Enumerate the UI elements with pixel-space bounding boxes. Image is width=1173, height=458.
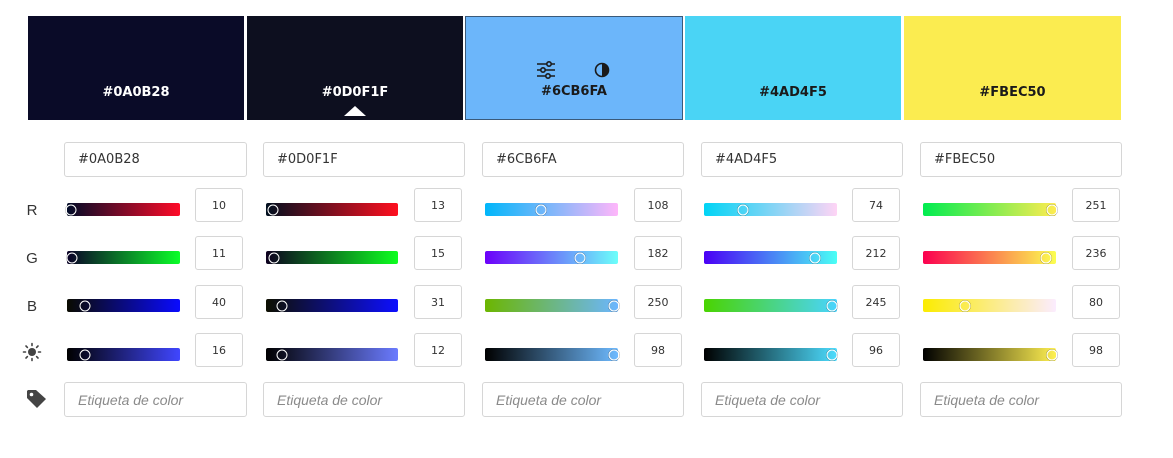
slider-thumb[interactable] xyxy=(959,300,971,311)
g-value-input-3[interactable]: 182 xyxy=(634,236,682,270)
swatch-hex-label: #0D0F1F xyxy=(321,85,389,100)
g-value-input-4[interactable]: 212 xyxy=(852,236,900,270)
r-value-input-1[interactable]: 10 xyxy=(195,188,243,222)
hex-input-5[interactable]: #FBEC50 xyxy=(920,142,1122,177)
color-swatch-3[interactable]: #6CB6FA xyxy=(465,16,683,120)
g-value-input-1[interactable]: 11 xyxy=(195,236,243,270)
brightness-slider-5[interactable] xyxy=(923,348,1058,361)
slider-thumb[interactable] xyxy=(79,300,91,311)
swatch-hex-label: #0A0B28 xyxy=(102,85,170,100)
brightness-value-input-1[interactable]: 16 xyxy=(195,333,243,367)
swatch-hex-label: #4AD4F5 xyxy=(759,85,827,100)
slider-thumb[interactable] xyxy=(574,252,586,263)
slider-thumb[interactable] xyxy=(608,349,620,360)
b-slider-4[interactable] xyxy=(704,299,838,312)
brightness-value-input-4[interactable]: 96 xyxy=(852,333,900,367)
color-swatch-1[interactable]: #0A0B28 xyxy=(28,16,244,120)
slider-thumb[interactable] xyxy=(268,252,280,263)
b-slider-5[interactable] xyxy=(923,299,1056,312)
g-slider-2[interactable] xyxy=(266,251,398,264)
row-label-b: B xyxy=(26,298,37,315)
brightness-slider-2[interactable] xyxy=(266,348,398,361)
slider-thumb[interactable] xyxy=(809,252,821,263)
g-value-input-5[interactable]: 236 xyxy=(1072,236,1120,270)
hex-input-4[interactable]: #4AD4F5 xyxy=(701,142,903,177)
slider-thumb[interactable] xyxy=(276,300,288,311)
r-value-input-4[interactable]: 74 xyxy=(852,188,900,222)
b-value-input-2[interactable]: 31 xyxy=(414,285,462,319)
color-label-input-5[interactable]: Etiqueta de color xyxy=(920,382,1122,417)
r-slider-1[interactable] xyxy=(65,203,180,216)
hex-input-3[interactable]: #6CB6FA xyxy=(482,142,684,177)
b-slider-1[interactable] xyxy=(67,299,180,312)
swatch-hex-label: #FBEC50 xyxy=(979,85,1046,100)
r-slider-4[interactable] xyxy=(704,203,837,216)
slider-thumb[interactable] xyxy=(66,252,78,263)
slider-thumb[interactable] xyxy=(826,300,838,311)
brightness-value-input-3[interactable]: 98 xyxy=(634,333,682,367)
brightness-value-input-2[interactable]: 12 xyxy=(414,333,462,367)
b-value-input-3[interactable]: 250 xyxy=(634,285,682,319)
slider-thumb[interactable] xyxy=(535,204,547,215)
row-label-g: G xyxy=(26,250,38,267)
brightness-slider-3[interactable] xyxy=(485,348,620,361)
hex-input-1[interactable]: #0A0B28 xyxy=(64,142,247,177)
slider-thumb[interactable] xyxy=(65,204,77,215)
color-swatch-2[interactable]: #0D0F1F xyxy=(247,16,463,120)
g-slider-5[interactable] xyxy=(923,251,1056,264)
sun-icon xyxy=(22,342,42,362)
b-value-input-1[interactable]: 40 xyxy=(195,285,243,319)
slider-thumb[interactable] xyxy=(737,204,749,215)
g-slider-1[interactable] xyxy=(66,251,180,264)
g-value-input-2[interactable]: 15 xyxy=(414,236,462,270)
g-slider-4[interactable] xyxy=(704,251,837,264)
r-value-input-2[interactable]: 13 xyxy=(414,188,462,222)
sliders-icon[interactable] xyxy=(535,59,557,81)
b-slider-2[interactable] xyxy=(266,299,398,312)
row-label-r: R xyxy=(26,202,38,219)
b-value-input-4[interactable]: 245 xyxy=(852,285,900,319)
b-slider-3[interactable] xyxy=(485,299,620,312)
swatch-hex-label: #6CB6FA xyxy=(541,84,607,99)
slider-thumb[interactable] xyxy=(608,300,620,311)
r-value-input-3[interactable]: 108 xyxy=(634,188,682,222)
brightness-value-input-5[interactable]: 98 xyxy=(1072,333,1120,367)
color-swatch-5[interactable]: #FBEC50 xyxy=(904,16,1121,120)
slider-thumb[interactable] xyxy=(79,349,91,360)
slider-thumb[interactable] xyxy=(826,349,838,360)
color-label-input-2[interactable]: Etiqueta de color xyxy=(263,382,465,417)
r-slider-2[interactable] xyxy=(266,203,398,216)
tag-icon xyxy=(26,389,48,409)
selected-caret-icon xyxy=(344,106,366,116)
b-value-input-5[interactable]: 80 xyxy=(1072,285,1120,319)
r-slider-5[interactable] xyxy=(923,203,1058,216)
g-slider-3[interactable] xyxy=(485,251,618,264)
r-slider-3[interactable] xyxy=(485,203,618,216)
color-label-input-4[interactable]: Etiqueta de color xyxy=(701,382,903,417)
slider-thumb[interactable] xyxy=(1046,204,1058,215)
slider-thumb[interactable] xyxy=(276,349,288,360)
color-label-input-3[interactable]: Etiqueta de color xyxy=(482,382,684,417)
r-value-input-5[interactable]: 251 xyxy=(1072,188,1120,222)
contrast-icon[interactable] xyxy=(591,59,613,81)
slider-thumb[interactable] xyxy=(1046,349,1058,360)
color-swatch-4[interactable]: #4AD4F5 xyxy=(685,16,901,120)
color-label-input-1[interactable]: Etiqueta de color xyxy=(64,382,247,417)
slider-thumb[interactable] xyxy=(1040,252,1052,263)
brightness-slider-1[interactable] xyxy=(67,348,180,361)
brightness-slider-4[interactable] xyxy=(704,348,838,361)
slider-thumb[interactable] xyxy=(267,204,279,215)
hex-input-2[interactable]: #0D0F1F xyxy=(263,142,465,177)
